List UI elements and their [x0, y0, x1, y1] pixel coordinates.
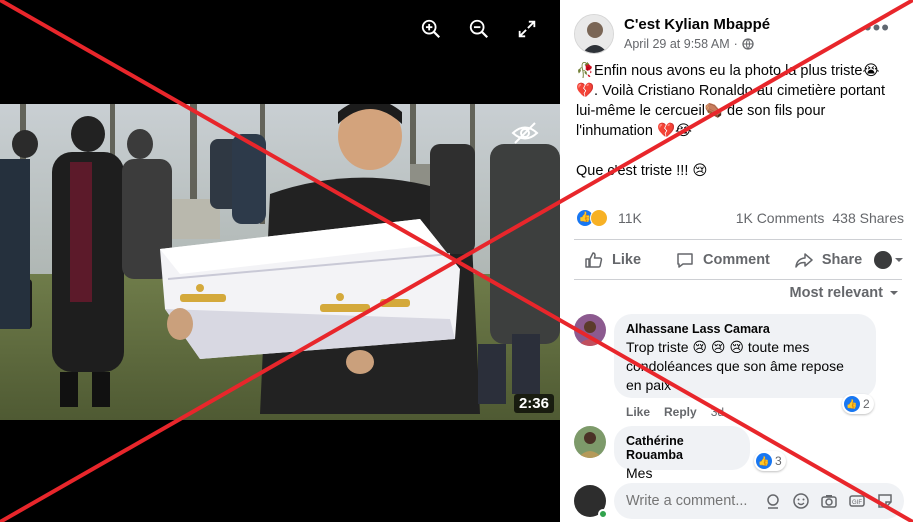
post-panel: C'est Kylian Mbappé April 29 at 9:58 AM …	[560, 0, 913, 522]
commenter-photo	[574, 426, 606, 458]
post-text-line: l'inhumation 💔😭	[576, 123, 692, 139]
globe-icon	[742, 38, 754, 50]
stats-right: 1K Comments 438 Shares	[736, 210, 904, 226]
comment-text-line: condoléances que son âme repose	[626, 358, 844, 374]
online-status-dot	[598, 509, 608, 519]
post-text-line: Que c'est triste !!! 😢	[576, 163, 708, 179]
thumbs-up-icon	[585, 252, 603, 268]
like-label: Like	[612, 252, 642, 268]
hide-eye-icon[interactable]	[510, 118, 540, 148]
comment-like-link[interactable]: Like	[626, 405, 650, 419]
comment-reaction-badge[interactable]: 👍 2	[842, 394, 874, 414]
commenter-name[interactable]: Cathérine Rouamba	[626, 434, 738, 462]
zoom-out-icon[interactable]	[468, 18, 490, 40]
commenter-avatar[interactable]	[574, 314, 606, 346]
sort-comments-dropdown[interactable]: Most relevant	[790, 285, 899, 301]
sticker-icon[interactable]	[876, 492, 894, 510]
comment-reaction-count: 2	[863, 397, 870, 411]
comment-text: Trop triste 😢 😢 😢 toute mes condoléances…	[626, 338, 864, 395]
meta-separator: ·	[733, 37, 738, 51]
post-stats: 👍 11K 1K Comments 438 Shares	[576, 207, 904, 229]
chevron-down-icon	[890, 291, 898, 295]
post-text-line: 🥀Enfin nous avons eu la photo la plus tr…	[576, 63, 880, 79]
like-reaction-icon: 👍	[844, 396, 860, 412]
fullscreen-icon[interactable]	[516, 18, 538, 40]
share-icon	[795, 253, 813, 268]
share-label: Share	[821, 252, 863, 268]
commenter-photo	[574, 314, 606, 346]
divider	[574, 239, 902, 240]
comment-text-line: Trop triste 😢 😢 😢 toute mes	[626, 339, 810, 355]
post-photo[interactable]: 2:36	[0, 104, 560, 420]
media-toolbar	[420, 18, 538, 40]
comment-actions: Like Reply 3d	[626, 405, 724, 419]
author-photo	[575, 15, 613, 53]
profile-mini-avatar	[874, 251, 892, 269]
svg-text:GIF: GIF	[852, 500, 862, 506]
photo-cemetery-scene	[0, 104, 560, 420]
composer-icons: GIF	[764, 492, 904, 510]
reactions-count[interactable]: 11K	[618, 210, 642, 226]
comment-reply-link[interactable]: Reply	[664, 405, 697, 419]
reaction-icons[interactable]: 👍	[576, 208, 612, 228]
divider	[574, 279, 902, 280]
action-bar: Like Comment Share	[574, 242, 904, 278]
post-text: 🥀Enfin nous avons eu la photo la plus tr…	[576, 61, 900, 181]
post-header: C'est Kylian Mbappé April 29 at 9:58 AM …	[574, 14, 904, 58]
chevron-down-icon	[895, 258, 903, 262]
post-meta: April 29 at 9:58 AM ·	[624, 37, 754, 51]
like-button[interactable]: Like	[584, 250, 641, 270]
zoom-in-icon[interactable]	[420, 18, 442, 40]
react-as-selector[interactable]	[874, 251, 904, 269]
comment-bubble: Alhassane Lass Camara Trop triste 😢 😢 😢 …	[614, 314, 876, 398]
avatar-sticker-icon[interactable]	[764, 492, 782, 510]
gif-icon[interactable]: GIF	[848, 492, 866, 510]
comment-text-line: en paix	[626, 377, 672, 393]
comments-count[interactable]: 1K Comments	[736, 210, 825, 226]
comment-reaction-badge[interactable]: 👍 3	[754, 451, 786, 471]
like-reaction-icon: 👍	[756, 453, 772, 469]
commenter-name[interactable]: Alhassane Lass Camara	[626, 322, 864, 336]
comment-button[interactable]: Comment	[675, 250, 770, 270]
comment-item: Cathérine Rouamba Mes condoléances 👍 3	[574, 426, 904, 500]
comment-input[interactable]	[626, 493, 756, 509]
comment-item: Alhassane Lass Camara Trop triste 😢 😢 😢 …	[574, 314, 904, 424]
author-avatar[interactable]	[574, 14, 614, 54]
more-options-button[interactable]: •••	[864, 17, 890, 39]
video-duration: 2:36	[513, 394, 554, 413]
shares-count[interactable]: 438 Shares	[832, 210, 904, 226]
post-text-line: lui-même le cercueil⚰️ de son fils pour	[576, 103, 826, 119]
share-button[interactable]: Share	[794, 250, 862, 270]
comment-composer: GIF	[574, 481, 904, 519]
media-viewer: 2:36	[0, 0, 560, 522]
sort-label: Most relevant	[789, 285, 883, 301]
comment-icon	[677, 253, 693, 268]
author-name[interactable]: C'est Kylian Mbappé	[624, 16, 770, 33]
emoji-icon[interactable]	[792, 492, 810, 510]
commenter-avatar[interactable]	[574, 426, 606, 458]
sad-reaction-icon	[590, 209, 608, 227]
comment-reaction-count: 3	[775, 454, 782, 468]
camera-icon[interactable]	[820, 492, 838, 510]
comment-label: Comment	[703, 252, 770, 268]
comment-time[interactable]: 3d	[711, 405, 724, 419]
comment-bubble: Cathérine Rouamba Mes condoléances	[614, 426, 750, 500]
comment-input-box[interactable]: GIF	[614, 483, 904, 519]
post-date[interactable]: April 29 at 9:58 AM	[624, 37, 730, 51]
post-text-line: 💔. Voilà Cristiano Ronaldo au cimetière …	[576, 83, 886, 99]
